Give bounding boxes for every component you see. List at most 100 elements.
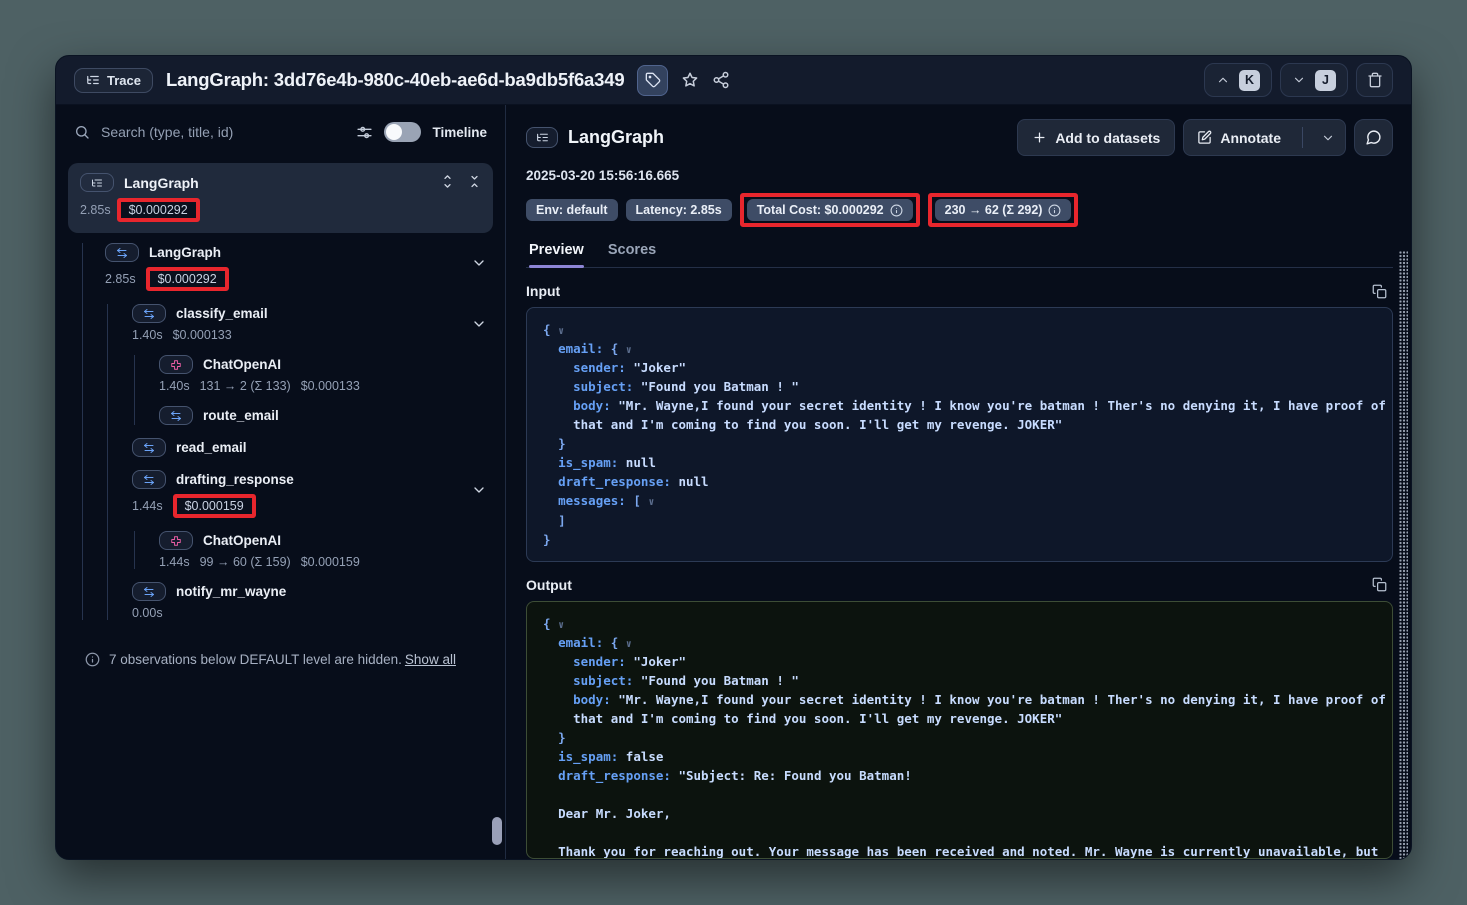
tree-node-label: classify_email — [176, 306, 268, 321]
node-duration: 1.44s — [132, 499, 163, 513]
code-line: is_spam: null — [543, 453, 1376, 472]
next-trace-button[interactable]: J — [1280, 63, 1348, 97]
previous-trace-button[interactable]: K — [1204, 63, 1272, 97]
pen-icon — [1197, 130, 1212, 145]
comments-button[interactable] — [1354, 119, 1393, 156]
copy-output-button[interactable] — [1372, 577, 1387, 592]
detail-tabs: Preview Scores — [526, 242, 1393, 268]
tree-node-children: ChatOpenAI1.40s131 → 2 (Σ 133)$0.000133 r… — [134, 355, 493, 425]
code-line: messages: [ ∨ — [543, 491, 1376, 510]
tree-node-read_email[interactable]: read_email — [132, 438, 493, 457]
collapse-node-chevron[interactable] — [471, 255, 487, 276]
key-hint-j: J — [1315, 70, 1336, 91]
code-line: draft_response: "Subject: Re: Found you … — [543, 766, 1376, 785]
code-line: ] — [543, 511, 1376, 530]
root-node-cost-annotated: $0.000292 — [117, 198, 200, 222]
main-scrollbar[interactable] — [1399, 251, 1408, 859]
code-line: Dear Mr. Joker, — [543, 804, 1376, 823]
collapse-node-chevron[interactable] — [471, 316, 487, 337]
tree-node-ChatOpenAI[interactable]: ChatOpenAI1.40s131 → 2 (Σ 133)$0.000133 — [159, 355, 493, 393]
root-node-label: LangGraph — [124, 175, 199, 191]
tree-node-label: ChatOpenAI — [203, 533, 281, 548]
tree-node-label: LangGraph — [149, 245, 221, 260]
hidden-observations-text: 7 observations below DEFAULT level are h… — [109, 649, 456, 674]
observation-type-icon — [526, 127, 558, 148]
sidebar-scrollbar-thumb[interactable] — [492, 817, 502, 845]
code-line: subject: "Found you Batman ! " — [543, 377, 1376, 396]
node-cost-annotated: $0.000159 — [173, 494, 256, 518]
trace-type-badge: Trace — [74, 68, 153, 93]
collapse-all-icon[interactable] — [467, 174, 482, 189]
info-icon — [890, 204, 903, 217]
annotate-button[interactable]: Annotate — [1184, 120, 1294, 155]
observation-tree: LangGraph 2.85s $0.000292 LangGraph2.85s… — [56, 159, 505, 859]
node-duration: 1.40s — [132, 328, 163, 342]
add-to-datasets-button[interactable]: Add to datasets — [1017, 119, 1175, 156]
annotate-split-button: Annotate — [1183, 119, 1346, 156]
tree-node-LangGraph[interactable]: LangGraph2.85s$0.000292classify_email1.4… — [105, 243, 493, 620]
trace-timestamp: 2025-03-20 15:56:16.665 — [526, 168, 1393, 183]
plus-icon — [1032, 130, 1047, 145]
share-icon — [712, 71, 730, 89]
collapse-node-chevron[interactable] — [471, 482, 487, 503]
code-line: email: { ∨ — [543, 339, 1376, 358]
chevron-down-icon — [1292, 73, 1306, 87]
timeline-toggle[interactable] — [384, 122, 421, 142]
view-settings-button[interactable] — [356, 124, 373, 141]
span-icon — [159, 406, 193, 425]
span-icon — [105, 243, 139, 262]
search-input[interactable] — [101, 124, 345, 140]
tree-node-notify_mr_wayne[interactable]: notify_mr_wayne0.00s — [132, 582, 493, 620]
node-token-usage: 99 → 60 (Σ 159) — [200, 555, 291, 569]
key-hint-k: K — [1239, 70, 1260, 91]
output-json-viewer[interactable]: { ∨ email: { ∨ sender: "Joker" subject: … — [526, 601, 1393, 859]
info-icon — [1048, 204, 1061, 217]
span-icon — [132, 304, 166, 323]
code-line: is_spam: false — [543, 747, 1376, 766]
chevron-down-icon — [1321, 131, 1335, 145]
copy-icon — [1372, 577, 1387, 592]
code-line: } — [543, 728, 1376, 747]
tab-preview[interactable]: Preview — [529, 242, 584, 267]
observation-tree-children: LangGraph2.85s$0.000292classify_email1.4… — [82, 243, 493, 620]
share-button[interactable] — [712, 71, 730, 89]
tab-scores[interactable]: Scores — [608, 242, 656, 267]
token-usage-badge[interactable]: 230 → 62 (Σ 292) — [935, 199, 1072, 221]
generation-icon — [159, 355, 193, 374]
tree-node-drafting_response[interactable]: drafting_response1.44s$0.000159ChatOpenA… — [132, 470, 493, 569]
generation-icon — [159, 531, 193, 550]
code-line: } — [543, 434, 1376, 453]
trace-badge-label: Trace — [107, 73, 141, 88]
show-all-link[interactable]: Show all — [405, 652, 456, 667]
trace-title: LangGraph: 3dd76e4b-980c-40eb-ae6d-ba9db… — [166, 69, 624, 91]
code-line: } — [543, 530, 1376, 549]
detail-title: LangGraph — [568, 127, 664, 148]
total-cost-badge[interactable]: Total Cost: $0.000292 — [747, 199, 913, 221]
sliders-icon — [356, 124, 373, 141]
code-line: { ∨ — [543, 614, 1376, 633]
copy-input-button[interactable] — [1372, 284, 1387, 299]
code-line: body: "Mr. Wayne,I found your secret ide… — [543, 396, 1376, 415]
annotate-dropdown-button[interactable] — [1311, 120, 1345, 155]
span-icon — [132, 582, 166, 601]
trace-window: Trace LangGraph: 3dd76e4b-980c-40eb-ae6d… — [55, 55, 1412, 860]
node-cost: $0.000133 — [301, 379, 360, 393]
env-badge: Env: default — [526, 199, 618, 221]
tree-node-route_email[interactable]: route_email — [159, 406, 493, 425]
input-json-viewer[interactable]: { ∨ email: { ∨ sender: "Joker" subject: … — [526, 307, 1393, 562]
tag-button[interactable] — [637, 65, 668, 96]
tree-node-children: classify_email1.40s$0.000133ChatOpenAI1.… — [107, 304, 493, 620]
code-line: subject: "Found you Batman ! " — [543, 671, 1376, 690]
tree-node-ChatOpenAI[interactable]: ChatOpenAI1.44s99 → 60 (Σ 159)$0.000159 — [159, 531, 493, 569]
star-icon — [681, 71, 699, 89]
tree-node-root-selected[interactable]: LangGraph 2.85s $0.000292 — [68, 163, 493, 233]
expand-all-icon[interactable] — [440, 174, 455, 189]
tree-node-classify_email[interactable]: classify_email 1.40s $0.000133ChatOpenAI1.… — [132, 304, 493, 425]
node-cost: $0.000159 — [301, 555, 360, 569]
token-usage-annotation-box: 230 → 62 (Σ 292) — [928, 193, 1079, 227]
star-button[interactable] — [681, 71, 699, 89]
observation-sidebar: Timeline LangGraph 2.85s — [56, 105, 506, 859]
delete-trace-button[interactable] — [1356, 63, 1393, 97]
search-row: Timeline — [56, 105, 505, 159]
code-line: sender: "Joker" — [543, 358, 1376, 377]
